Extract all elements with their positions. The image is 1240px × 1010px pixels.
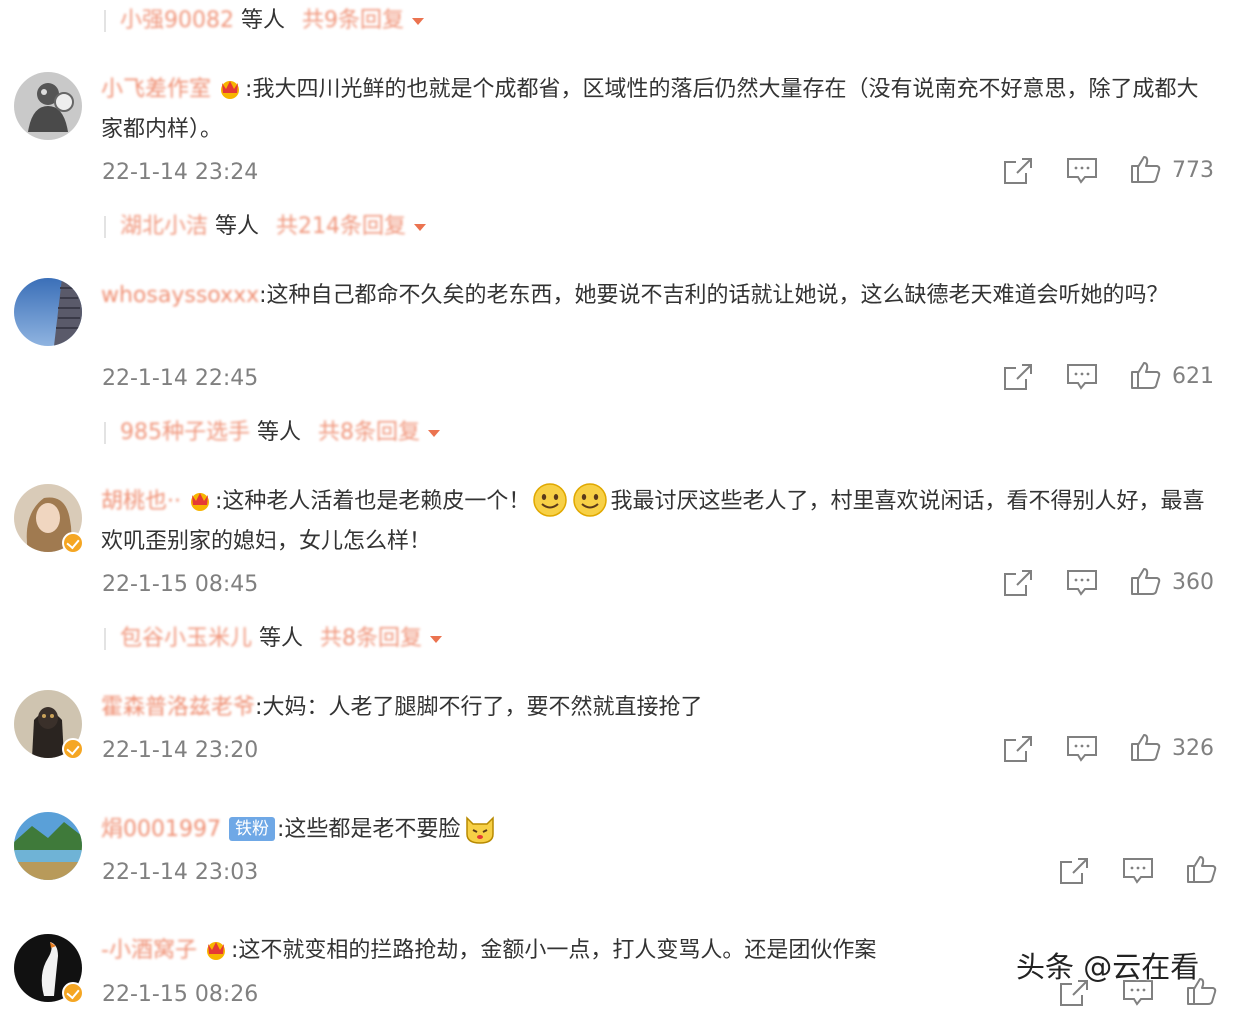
comment-username[interactable]: -小酒窝子: [101, 938, 197, 963]
crown-icon: [191, 493, 209, 511]
comment-text: 这种自己都命不久矣的老东西，她要说不吉利的话就让她说，这么缺德老天难道会听她的吗…: [266, 283, 1169, 308]
reply-user[interactable]: 湖北小洁: [120, 214, 208, 239]
comment-time: 22-1-14 23:24: [102, 160, 259, 185]
comment-username[interactable]: whosayssoxxx: [101, 283, 259, 308]
reply-user[interactable]: 小强90082: [120, 8, 234, 33]
thumbs-up-icon[interactable]: [1130, 154, 1162, 184]
comment-body: 小飞差作室:我大四川光鲜的也就是个成都省，区域性的落后仍然大量存在（没有说南充不…: [101, 77, 1199, 142]
thumbs-up-icon[interactable]: [1130, 566, 1162, 596]
thumbs-up-icon[interactable]: [1130, 360, 1162, 390]
comment-text: 我大四川光鲜的也就是个成都省，区域性的落后仍然大量存在（没有说南充不好意思，除了…: [101, 77, 1199, 142]
reply-summary[interactable]: 包谷小玉米儿 等人 共8条回复: [104, 624, 443, 654]
smile-emoji-icon: [533, 483, 568, 517]
comment-text: 这不就变相的拦路抢劫，金额小一点，打人变骂人。还是团伙作案: [238, 938, 877, 963]
comment-icon[interactable]: [1066, 568, 1098, 598]
share-icon[interactable]: [1058, 856, 1090, 886]
caret-down-icon[interactable]: [428, 429, 441, 437]
comment-icon[interactable]: [1066, 362, 1098, 392]
like-count: 360: [1172, 570, 1214, 595]
comment-time: 22-1-14 22:45: [102, 366, 259, 391]
divider: [104, 422, 106, 444]
thumbs-up-icon[interactable]: [1130, 732, 1162, 762]
thumbs-up-icon[interactable]: [1186, 854, 1218, 884]
avatar[interactable]: [14, 278, 82, 346]
verified-badge-icon: [62, 982, 84, 1004]
reply-others: 等人: [257, 420, 302, 445]
comment-text: 大妈：人老了腿脚不行了，要不然就直接抢了: [262, 695, 703, 720]
crown-icon: [206, 942, 225, 960]
reply-others: 等人: [259, 626, 304, 651]
reply-others: 等人: [215, 214, 260, 239]
comment-body: 胡桃也··:这种老人活着也是老赖皮一个！ 我最讨厌这些老人了，村里喜欢说闲话，看不…: [101, 482, 1216, 562]
reply-count[interactable]: 共9条回复: [302, 8, 404, 33]
share-icon[interactable]: [1002, 734, 1034, 764]
watermark: 头条 @云在看: [1016, 950, 1200, 984]
reply-others: 等人: [241, 8, 286, 33]
verified-badge-icon: [62, 532, 84, 554]
share-icon[interactable]: [1002, 362, 1034, 392]
reply-count[interactable]: 共8条回复: [318, 420, 420, 445]
comment-username[interactable]: 胡桃也··: [101, 489, 181, 514]
comment-icon[interactable]: [1066, 156, 1098, 186]
caret-down-icon[interactable]: [412, 17, 425, 25]
share-icon[interactable]: [1002, 568, 1034, 598]
comment-text: 这些都是老不要脸: [284, 817, 461, 842]
comment-body: whosayssoxxx:这种自己都命不久矣的老东西，她要说不吉利的话就让她说，…: [101, 283, 1169, 308]
fan-badge: 铁粉: [228, 817, 275, 841]
caret-down-icon[interactable]: [430, 635, 443, 643]
reply-summary[interactable]: 小强90082 等人 共9条回复: [104, 6, 425, 36]
comment-time: 22-1-14 23:03: [102, 860, 259, 885]
like-count: 326: [1172, 736, 1214, 761]
comment-username[interactable]: 焆0001997: [101, 817, 221, 842]
avatar[interactable]: [14, 72, 82, 140]
comment-time: 22-1-15 08:45: [102, 572, 259, 597]
reply-user[interactable]: 985种子选手: [120, 420, 250, 445]
comment-text: 这种老人活着也是老赖皮一个！: [222, 489, 531, 514]
smile-emoji-icon: [573, 483, 608, 517]
reply-count[interactable]: 共8条回复: [320, 626, 422, 651]
comment-username[interactable]: 小飞差作室: [101, 77, 211, 102]
divider: [104, 628, 106, 650]
cat-emoji-icon: [466, 816, 495, 844]
comment-icon[interactable]: [1066, 734, 1098, 764]
like-count: 621: [1172, 364, 1214, 389]
verified-badge-icon: [62, 738, 84, 760]
share-icon[interactable]: [1002, 156, 1034, 186]
comment-body: 霍森普洛兹老爷:大妈：人老了腿脚不行了，要不然就直接抢了: [101, 695, 703, 720]
comment-icon[interactable]: [1122, 856, 1154, 886]
caret-down-icon[interactable]: [414, 223, 427, 231]
comment-body: 焆0001997 铁粉:这些都是老不要脸: [101, 810, 1216, 850]
comment-username[interactable]: 霍森普洛兹老爷: [101, 695, 255, 720]
reply-summary[interactable]: 985种子选手 等人 共8条回复: [104, 418, 441, 448]
reply-user[interactable]: 包谷小玉米儿: [120, 626, 252, 651]
avatar[interactable]: [14, 812, 82, 880]
divider: [104, 216, 106, 238]
like-count: 773: [1172, 158, 1214, 183]
divider: [104, 10, 106, 32]
reply-count[interactable]: 共214条回复: [276, 214, 406, 239]
crown-icon: [221, 81, 240, 99]
reply-summary[interactable]: 湖北小洁 等人 共214条回复: [104, 212, 427, 242]
comment-time: 22-1-14 23:20: [102, 738, 259, 763]
